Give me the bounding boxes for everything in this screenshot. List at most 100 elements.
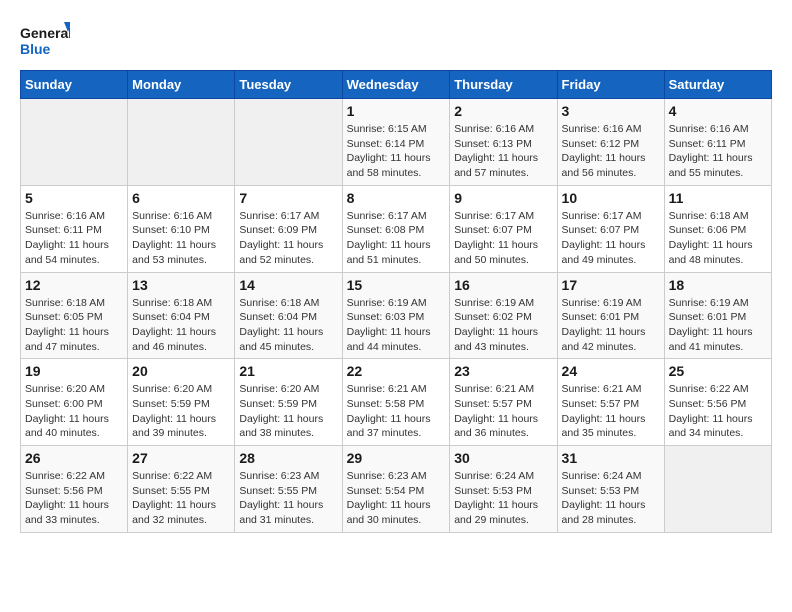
page-header: General Blue <box>20 20 772 60</box>
day-number: 11 <box>669 190 767 206</box>
day-info: Sunrise: 6:20 AM Sunset: 5:59 PM Dayligh… <box>132 382 230 441</box>
day-number: 30 <box>454 450 552 466</box>
calendar-cell: 18Sunrise: 6:19 AM Sunset: 6:01 PM Dayli… <box>664 272 771 359</box>
calendar-cell: 23Sunrise: 6:21 AM Sunset: 5:57 PM Dayli… <box>450 359 557 446</box>
day-info: Sunrise: 6:22 AM Sunset: 5:55 PM Dayligh… <box>132 469 230 528</box>
calendar-cell: 4 Sunrise: 6:16 AM Sunset: 6:11 PM Daylig… <box>664 99 771 186</box>
day-number: 8 <box>347 190 446 206</box>
day-info: Sunrise: 6:22 AM Sunset: 5:56 PM Dayligh… <box>669 382 767 441</box>
calendar-week-row: 1 Sunrise: 6:15 AM Sunset: 6:14 PM Daylig… <box>21 99 772 186</box>
svg-text:General: General <box>20 25 70 41</box>
calendar-cell: 3Sunrise: 6:16 AM Sunset: 6:12 PM Daylig… <box>557 99 664 186</box>
day-info: Sunrise: 6:15 AM Sunset: 6:14 PM Dayligh… <box>347 122 446 181</box>
calendar-cell: 5 Sunrise: 6:16 AM Sunset: 6:11 PM Daylig… <box>21 185 128 272</box>
day-number: 15 <box>347 277 446 293</box>
calendar-cell: 30Sunrise: 6:24 AM Sunset: 5:53 PM Dayli… <box>450 446 557 533</box>
day-number: 12 <box>25 277 123 293</box>
day-number: 25 <box>669 363 767 379</box>
calendar-cell: 1 Sunrise: 6:15 AM Sunset: 6:14 PM Daylig… <box>342 99 450 186</box>
day-number: 17 <box>562 277 660 293</box>
calendar-cell <box>21 99 128 186</box>
calendar-cell: 28Sunrise: 6:23 AM Sunset: 5:55 PM Dayli… <box>235 446 342 533</box>
day-info: Sunrise: 6:16 AM Sunset: 6:13 PM Dayligh… <box>454 122 552 181</box>
calendar-cell: 29 Sunrise: 6:23 AM Sunset: 5:54 PM Dayli… <box>342 446 450 533</box>
day-number: 24 <box>562 363 660 379</box>
calendar-cell: 8 Sunrise: 6:17 AM Sunset: 6:08 PM Daylig… <box>342 185 450 272</box>
weekday-header: Wednesday <box>342 71 450 99</box>
day-number: 2 <box>454 103 552 119</box>
calendar-cell: 27Sunrise: 6:22 AM Sunset: 5:55 PM Dayli… <box>128 446 235 533</box>
calendar-cell <box>664 446 771 533</box>
weekday-header: Sunday <box>21 71 128 99</box>
day-info: Sunrise: 6:18 AM Sunset: 6:06 PM Dayligh… <box>669 209 767 268</box>
calendar: SundayMondayTuesdayWednesdayThursdayFrid… <box>20 70 772 533</box>
day-info: Sunrise: 6:17 AM Sunset: 6:07 PM Dayligh… <box>562 209 660 268</box>
calendar-cell: 10 Sunrise: 6:17 AM Sunset: 6:07 PM Dayli… <box>557 185 664 272</box>
calendar-week-row: 5 Sunrise: 6:16 AM Sunset: 6:11 PM Daylig… <box>21 185 772 272</box>
day-info: Sunrise: 6:19 AM Sunset: 6:01 PM Dayligh… <box>562 296 660 355</box>
day-info: Sunrise: 6:17 AM Sunset: 6:07 PM Dayligh… <box>454 209 552 268</box>
day-info: Sunrise: 6:20 AM Sunset: 5:59 PM Dayligh… <box>239 382 337 441</box>
day-info: Sunrise: 6:16 AM Sunset: 6:11 PM Dayligh… <box>25 209 123 268</box>
day-number: 19 <box>25 363 123 379</box>
day-info: Sunrise: 6:18 AM Sunset: 6:04 PM Dayligh… <box>239 296 337 355</box>
weekday-header: Friday <box>557 71 664 99</box>
calendar-cell: 7 Sunrise: 6:17 AM Sunset: 6:09 PM Daylig… <box>235 185 342 272</box>
weekday-header: Tuesday <box>235 71 342 99</box>
calendar-cell: 9 Sunrise: 6:17 AM Sunset: 6:07 PM Daylig… <box>450 185 557 272</box>
day-info: Sunrise: 6:17 AM Sunset: 6:09 PM Dayligh… <box>239 209 337 268</box>
day-number: 14 <box>239 277 337 293</box>
calendar-cell: 21 Sunrise: 6:20 AM Sunset: 5:59 PM Dayli… <box>235 359 342 446</box>
day-number: 7 <box>239 190 337 206</box>
day-number: 6 <box>132 190 230 206</box>
calendar-cell <box>235 99 342 186</box>
day-number: 28 <box>239 450 337 466</box>
calendar-cell: 12 Sunrise: 6:18 AM Sunset: 6:05 PM Dayli… <box>21 272 128 359</box>
day-number: 13 <box>132 277 230 293</box>
day-info: Sunrise: 6:16 AM Sunset: 6:12 PM Dayligh… <box>562 122 660 181</box>
day-number: 9 <box>454 190 552 206</box>
day-info: Sunrise: 6:18 AM Sunset: 6:04 PM Dayligh… <box>132 296 230 355</box>
calendar-weekday-row: SundayMondayTuesdayWednesdayThursdayFrid… <box>21 71 772 99</box>
day-number: 29 <box>347 450 446 466</box>
day-number: 5 <box>25 190 123 206</box>
calendar-cell: 26Sunrise: 6:22 AM Sunset: 5:56 PM Dayli… <box>21 446 128 533</box>
day-number: 1 <box>347 103 446 119</box>
day-info: Sunrise: 6:19 AM Sunset: 6:03 PM Dayligh… <box>347 296 446 355</box>
calendar-cell: 22Sunrise: 6:21 AM Sunset: 5:58 PM Dayli… <box>342 359 450 446</box>
calendar-cell: 31 Sunrise: 6:24 AM Sunset: 5:53 PM Dayli… <box>557 446 664 533</box>
weekday-header: Monday <box>128 71 235 99</box>
day-info: Sunrise: 6:19 AM Sunset: 6:01 PM Dayligh… <box>669 296 767 355</box>
calendar-cell: 6 Sunrise: 6:16 AM Sunset: 6:10 PM Daylig… <box>128 185 235 272</box>
calendar-week-row: 19 Sunrise: 6:20 AM Sunset: 6:00 PM Dayli… <box>21 359 772 446</box>
calendar-cell: 17 Sunrise: 6:19 AM Sunset: 6:01 PM Dayli… <box>557 272 664 359</box>
calendar-body: 1 Sunrise: 6:15 AM Sunset: 6:14 PM Daylig… <box>21 99 772 533</box>
day-info: Sunrise: 6:17 AM Sunset: 6:08 PM Dayligh… <box>347 209 446 268</box>
calendar-cell: 11 Sunrise: 6:18 AM Sunset: 6:06 PM Dayli… <box>664 185 771 272</box>
calendar-week-row: 12 Sunrise: 6:18 AM Sunset: 6:05 PM Dayli… <box>21 272 772 359</box>
calendar-cell <box>128 99 235 186</box>
calendar-cell: 25 Sunrise: 6:22 AM Sunset: 5:56 PM Dayli… <box>664 359 771 446</box>
day-info: Sunrise: 6:18 AM Sunset: 6:05 PM Dayligh… <box>25 296 123 355</box>
day-number: 16 <box>454 277 552 293</box>
day-info: Sunrise: 6:16 AM Sunset: 6:11 PM Dayligh… <box>669 122 767 181</box>
calendar-cell: 15 Sunrise: 6:19 AM Sunset: 6:03 PM Dayli… <box>342 272 450 359</box>
day-number: 10 <box>562 190 660 206</box>
day-number: 31 <box>562 450 660 466</box>
day-info: Sunrise: 6:21 AM Sunset: 5:58 PM Dayligh… <box>347 382 446 441</box>
calendar-cell: 2 Sunrise: 6:16 AM Sunset: 6:13 PM Daylig… <box>450 99 557 186</box>
day-number: 26 <box>25 450 123 466</box>
day-number: 4 <box>669 103 767 119</box>
day-info: Sunrise: 6:16 AM Sunset: 6:10 PM Dayligh… <box>132 209 230 268</box>
logo-svg: General Blue <box>20 20 70 60</box>
calendar-week-row: 26Sunrise: 6:22 AM Sunset: 5:56 PM Dayli… <box>21 446 772 533</box>
day-info: Sunrise: 6:20 AM Sunset: 6:00 PM Dayligh… <box>25 382 123 441</box>
day-info: Sunrise: 6:24 AM Sunset: 5:53 PM Dayligh… <box>562 469 660 528</box>
calendar-cell: 16Sunrise: 6:19 AM Sunset: 6:02 PM Dayli… <box>450 272 557 359</box>
day-info: Sunrise: 6:23 AM Sunset: 5:54 PM Dayligh… <box>347 469 446 528</box>
calendar-cell: 20Sunrise: 6:20 AM Sunset: 5:59 PM Dayli… <box>128 359 235 446</box>
day-number: 21 <box>239 363 337 379</box>
weekday-header: Saturday <box>664 71 771 99</box>
svg-text:Blue: Blue <box>20 41 51 57</box>
calendar-cell: 14 Sunrise: 6:18 AM Sunset: 6:04 PM Dayli… <box>235 272 342 359</box>
